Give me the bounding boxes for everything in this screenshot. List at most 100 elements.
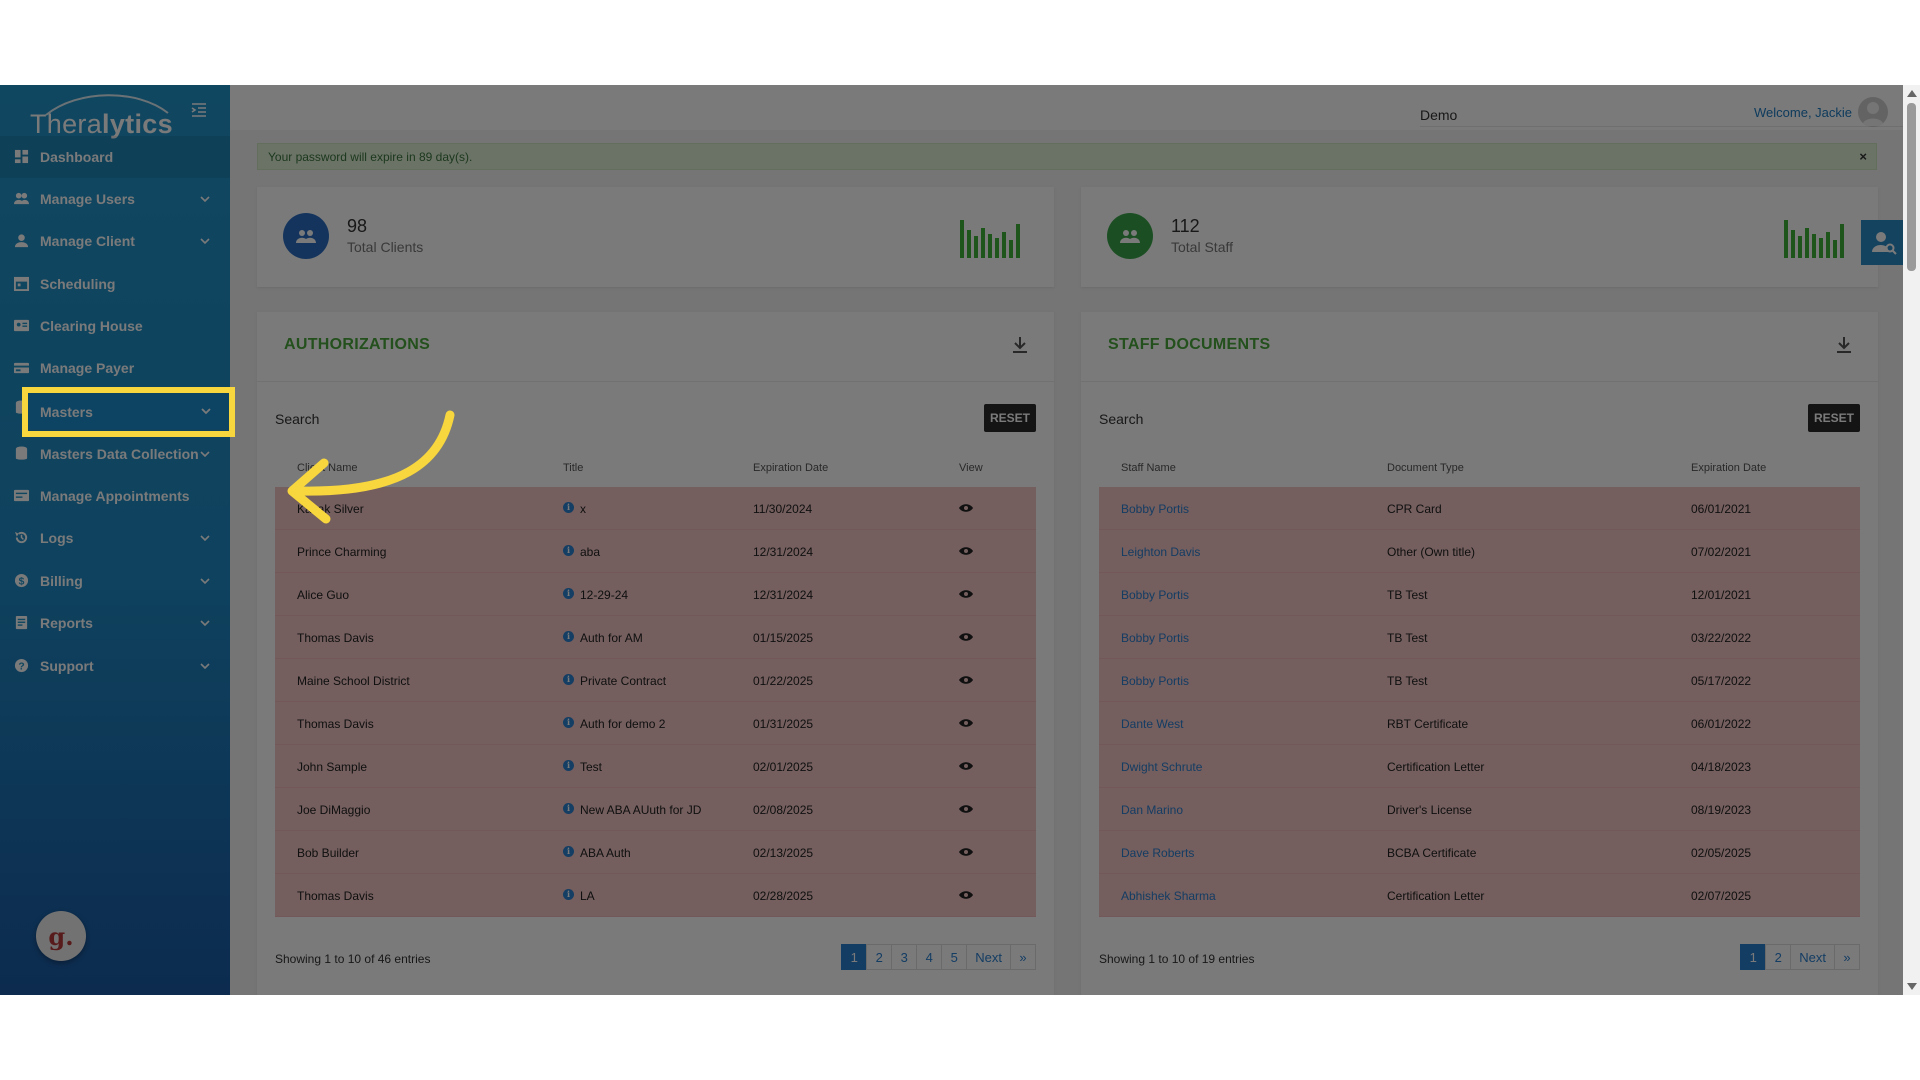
sidebar-item-masters[interactable]: Masters: [28, 394, 228, 429]
info-icon[interactable]: i: [563, 631, 574, 642]
table-row: Bobby Portis TB Test 03/22/2022: [1099, 616, 1860, 659]
total-staff-card: 112 Total Staff: [1081, 187, 1878, 287]
sidebar-item-logs[interactable]: Logs: [0, 517, 230, 559]
alert-close-button[interactable]: ×: [1859, 149, 1867, 164]
table-header: Staff Name Document Type Expiration Date: [1099, 446, 1860, 486]
title-cell: Auth for AM: [580, 631, 643, 645]
column-header[interactable]: Expiration Date: [1691, 462, 1766, 474]
download-icon[interactable]: [1012, 336, 1028, 354]
svg-text:$: $: [19, 576, 25, 587]
user-search-icon: [1871, 231, 1897, 255]
info-icon[interactable]: i: [563, 889, 574, 900]
info-icon[interactable]: i: [563, 717, 574, 728]
page-button[interactable]: 1: [1740, 944, 1767, 970]
sidebar-item-scheduling[interactable]: Scheduling: [0, 263, 230, 305]
app-window: Demo Welcome, Jackie Theralytics Dashboa…: [0, 85, 1920, 995]
staff-name-link[interactable]: Abhishek Sharma: [1121, 889, 1216, 903]
info-icon[interactable]: i: [563, 588, 574, 599]
next-page-button[interactable]: Next: [1790, 944, 1835, 970]
eye-icon[interactable]: [959, 632, 973, 642]
eye-icon[interactable]: [959, 847, 973, 857]
history-icon: [14, 531, 28, 544]
info-icon[interactable]: i: [563, 760, 574, 771]
reset-button[interactable]: RESET: [1808, 404, 1860, 432]
eye-icon[interactable]: [959, 890, 973, 900]
eye-icon[interactable]: [959, 589, 973, 599]
guide-help-button[interactable]: g.: [36, 911, 86, 961]
document-type-cell: Certification Letter: [1387, 889, 1485, 903]
last-page-button[interactable]: »: [1834, 944, 1860, 970]
staff-name-link[interactable]: Bobby Portis: [1121, 588, 1189, 602]
page-button[interactable]: 3: [891, 944, 918, 970]
column-header[interactable]: View: [959, 462, 983, 474]
table-row: Bobby Portis CPR Card 06/01/2021: [1099, 487, 1860, 530]
table-row: Abhishek Sharma Certification Letter 02/07…: [1099, 874, 1860, 917]
eye-icon[interactable]: [959, 761, 973, 771]
info-icon[interactable]: i: [563, 803, 574, 814]
staff-name-link[interactable]: Dan Marino: [1121, 803, 1183, 817]
expiration-date-cell: 02/28/2025: [753, 889, 814, 903]
search-label[interactable]: Search: [1099, 411, 1143, 427]
avatar[interactable]: [1858, 97, 1888, 127]
expiration-date-cell: 12/31/2024: [753, 588, 814, 602]
sidebar-item-manage-payer[interactable]: Manage Payer: [0, 347, 230, 389]
vertical-scrollbar[interactable]: [1903, 85, 1920, 995]
eye-icon[interactable]: [959, 546, 973, 556]
page-button[interactable]: 2: [866, 944, 893, 970]
sidebar-item-label: Dashboard: [40, 149, 114, 165]
sidebar-item-support[interactable]: ? Support: [0, 645, 230, 687]
welcome-link[interactable]: Welcome, Jackie: [1754, 105, 1852, 120]
title-cell: aba: [580, 545, 601, 559]
guide-badge-text: g.: [48, 921, 74, 951]
expiration-date-cell: 11/30/2024: [753, 502, 813, 516]
info-icon[interactable]: i: [563, 545, 574, 556]
column-header[interactable]: Document Type: [1387, 462, 1464, 474]
column-header[interactable]: Title: [563, 462, 583, 474]
staff-name-link[interactable]: Bobby Portis: [1121, 502, 1189, 516]
reset-button[interactable]: RESET: [984, 404, 1036, 432]
sidebar-item-manage-users[interactable]: Manage Users: [0, 178, 230, 220]
info-icon[interactable]: i: [563, 846, 574, 857]
dashboard-icon: [14, 149, 29, 164]
menu-collapse-icon[interactable]: [190, 101, 208, 119]
sidebar-item-reports[interactable]: Reports: [0, 602, 230, 644]
download-icon[interactable]: [1836, 336, 1852, 354]
client-name-cell: Bob Builder: [297, 846, 360, 860]
staff-name-link[interactable]: Dante West: [1121, 717, 1183, 731]
eye-icon[interactable]: [959, 804, 973, 814]
table-row: Thomas Davis i Auth for demo 2 01/31/2025: [275, 702, 1036, 745]
staff-name-link[interactable]: Bobby Portis: [1121, 674, 1189, 688]
search-label[interactable]: Search: [275, 411, 319, 427]
eye-icon[interactable]: [959, 503, 973, 513]
scroll-up-icon[interactable]: [1907, 90, 1917, 97]
chevron-down-icon: [200, 196, 210, 203]
page-button[interactable]: 4: [916, 944, 943, 970]
scrollbar-thumb[interactable]: [1907, 103, 1916, 271]
next-page-button[interactable]: Next: [966, 944, 1011, 970]
staff-name-link[interactable]: Bobby Portis: [1121, 631, 1189, 645]
eye-icon[interactable]: [959, 675, 973, 685]
page-button[interactable]: 2: [1765, 944, 1792, 970]
staff-name-link[interactable]: Dave Roberts: [1121, 846, 1194, 860]
page-button[interactable]: 5: [941, 944, 968, 970]
last-page-button[interactable]: »: [1010, 944, 1036, 970]
eye-icon[interactable]: [959, 718, 973, 728]
column-header[interactable]: Staff Name: [1121, 462, 1176, 474]
scroll-down-icon[interactable]: [1907, 983, 1917, 990]
staff-search-button[interactable]: [1861, 220, 1906, 265]
page-button[interactable]: 1: [841, 944, 868, 970]
staff-name-link[interactable]: Dwight Schrute: [1121, 760, 1202, 774]
staff-name-link[interactable]: Leighton Davis: [1121, 545, 1200, 559]
column-header[interactable]: Client Name: [297, 462, 358, 474]
sidebar-item-masters-data-collection[interactable]: Masters Data Collection: [0, 433, 230, 475]
sidebar-item-clearing-house[interactable]: Clearing House: [0, 305, 230, 347]
info-icon[interactable]: i: [563, 502, 574, 513]
users-icon: [1120, 230, 1140, 243]
sidebar-item-dashboard[interactable]: Dashboard: [0, 136, 230, 178]
chevron-down-icon: [200, 663, 210, 670]
column-header[interactable]: Expiration Date: [753, 462, 828, 474]
sidebar-item-manage-client[interactable]: Manage Client: [0, 220, 230, 262]
info-icon[interactable]: i: [563, 674, 574, 685]
sidebar-item-billing[interactable]: $ Billing: [0, 560, 230, 602]
sidebar-item-manage-appointments[interactable]: Manage Appointments: [0, 475, 230, 517]
